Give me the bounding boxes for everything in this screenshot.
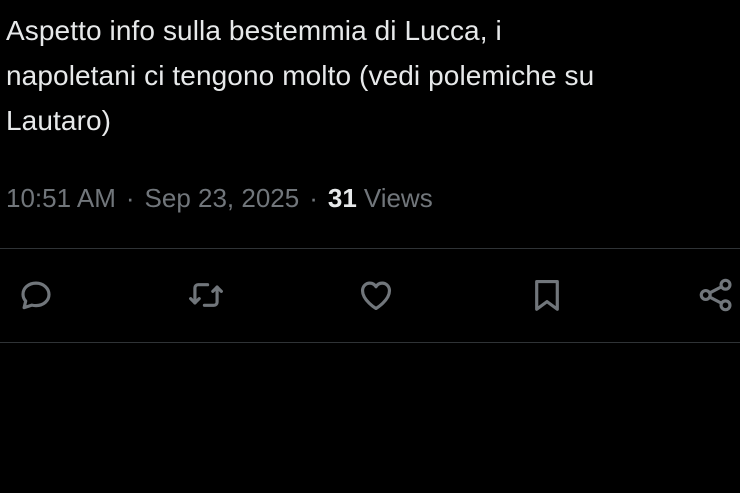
reply-button[interactable] [14,273,58,317]
meta-separator: · [309,182,318,213]
post-text-line-1: Aspetto info sulla bestemmia di Lucca, i [6,15,502,46]
bookmark-icon [535,279,559,311]
post-date[interactable]: Sep 23, 2025 [145,183,300,214]
bookmark-button[interactable] [525,273,569,317]
share-button[interactable] [694,273,738,317]
post-text-line-3: Lautaro) [6,105,112,136]
heart-icon [360,281,392,311]
divider-bottom [0,342,740,343]
action-bar [0,249,740,342]
meta-separator: · [125,182,135,213]
views-label: Views [363,182,433,213]
repost-icon [189,283,223,307]
post-time[interactable]: 10:51 AM [6,183,116,214]
views-count: 31 [327,182,357,213]
post-metadata: 10:51 AM · Sep 23, 2025 · 31 Views [6,179,433,217]
like-button[interactable] [354,273,398,317]
post-text: Aspetto info sulla bestemmia di Lucca, i… [6,8,734,143]
share-icon [699,278,732,312]
post-text-line-2: napoletani ci tengono molto (vedi polemi… [6,60,595,91]
repost-button[interactable] [184,273,228,317]
reply-icon [21,281,51,310]
